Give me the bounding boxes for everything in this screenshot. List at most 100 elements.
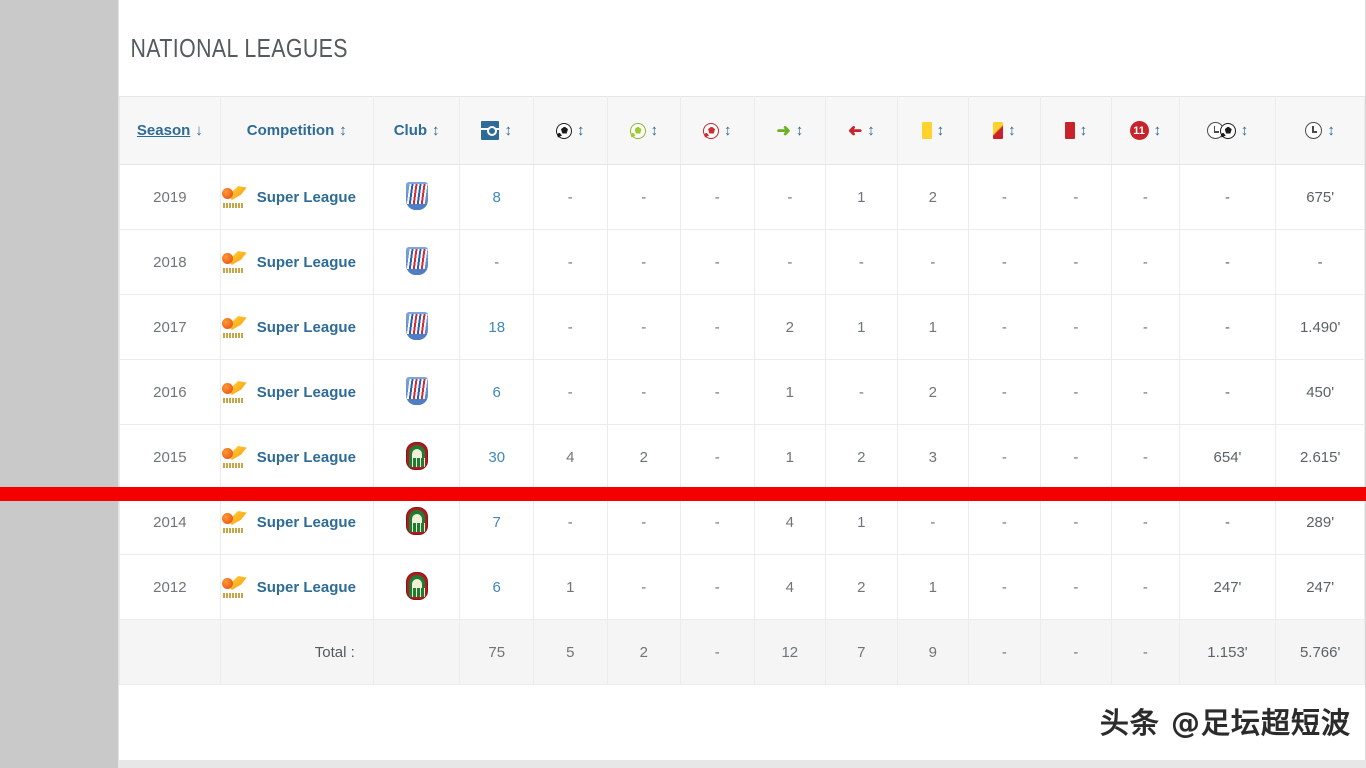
- column-header-minutes-per-goal[interactable]: ↕: [1178, 96, 1277, 165]
- competition-logo-icon: [220, 316, 247, 338]
- column-header-appearances[interactable]: ↕: [459, 96, 534, 165]
- competition-link[interactable]: Super League: [257, 189, 356, 206]
- column-header-club[interactable]: Club ↕: [372, 96, 461, 165]
- column-header-starting-eleven[interactable]: 11 ↕: [1111, 96, 1180, 165]
- cell-yellow-red-cards: -: [968, 229, 1041, 295]
- club-crest-icon[interactable]: [405, 181, 428, 210]
- cell-appearances[interactable]: 18: [459, 294, 534, 360]
- column-header-red-cards[interactable]: ↕: [1039, 96, 1113, 165]
- cell-goals: -: [532, 294, 608, 360]
- cell-own-goals: -: [680, 424, 755, 490]
- cell-club[interactable]: [372, 554, 461, 620]
- sort-updown-icon[interactable]: ↕: [1080, 123, 1088, 138]
- cell-club[interactable]: [372, 424, 461, 490]
- cell-club[interactable]: [372, 164, 461, 230]
- cell-season: 2015: [119, 424, 221, 490]
- table-header-row: Season ↓ Competition ↕ Club ↕ ↕ ↕ ↕ ↕ ➜ …: [119, 96, 1365, 165]
- club-crest-icon[interactable]: [405, 311, 428, 340]
- club-crest-icon[interactable]: [405, 246, 428, 275]
- column-header-club-label: Club: [393, 122, 428, 139]
- cell-competition[interactable]: Super League: [219, 424, 374, 490]
- column-header-assists[interactable]: ↕: [606, 96, 682, 165]
- column-header-yellow-red-cards[interactable]: ↕: [968, 96, 1041, 165]
- cell-appearances[interactable]: 8: [459, 164, 534, 230]
- table-row: 2015 Super League 30 4 2 - 1 2 3 - - - 6…: [119, 424, 1365, 490]
- sort-updown-icon[interactable]: ↕: [504, 123, 512, 138]
- sort-down-icon[interactable]: ↓: [195, 123, 203, 138]
- sort-updown-icon[interactable]: ↕: [432, 123, 440, 138]
- competition-logo-icon: [220, 576, 247, 598]
- cell-red-cards: -: [1039, 554, 1113, 620]
- cell-substituted-in: 2: [753, 294, 827, 360]
- cell-minutes-played: -: [1275, 229, 1365, 295]
- totals-label: Total :: [219, 619, 374, 685]
- totals-row: Total : 75 5 2 - 12 7 9 - - - 1.153' 5.7…: [119, 619, 1365, 685]
- cell-competition[interactable]: Super League: [219, 554, 374, 620]
- competition-link[interactable]: Super League: [257, 319, 356, 336]
- clock-icon: [1305, 122, 1323, 139]
- sort-updown-icon[interactable]: ↕: [724, 123, 732, 138]
- cell-own-goals: -: [680, 359, 755, 425]
- cell-starting-eleven: -: [1111, 294, 1180, 360]
- sort-updown-icon[interactable]: ↕: [796, 123, 804, 138]
- sort-updown-icon[interactable]: ↕: [339, 123, 347, 138]
- bottom-strip: [118, 760, 1366, 768]
- sort-updown-icon[interactable]: ↕: [577, 123, 585, 138]
- competition-logo-icon: [220, 381, 247, 403]
- cell-red-cards: -: [1039, 424, 1113, 490]
- column-header-competition[interactable]: Competition ↕: [219, 96, 374, 165]
- club-crest-icon[interactable]: [405, 506, 428, 535]
- cell-club[interactable]: [372, 229, 461, 295]
- club-crest-icon[interactable]: [405, 441, 428, 470]
- totals-appearances: 75: [459, 619, 534, 685]
- totals-own-goals: -: [680, 619, 755, 685]
- column-header-own-goals[interactable]: ↕: [680, 96, 755, 165]
- cell-competition[interactable]: Super League: [219, 359, 374, 425]
- competition-link[interactable]: Super League: [257, 579, 356, 596]
- cell-starting-eleven: -: [1111, 554, 1180, 620]
- cell-appearances[interactable]: 30: [459, 424, 534, 490]
- sort-updown-icon[interactable]: ↕: [937, 123, 945, 138]
- competition-link[interactable]: Super League: [257, 254, 356, 271]
- competition-link[interactable]: Super League: [257, 449, 356, 466]
- cell-competition[interactable]: Super League: [219, 164, 374, 230]
- sort-updown-icon[interactable]: ↕: [1327, 123, 1335, 138]
- sort-updown-icon[interactable]: ↕: [1154, 123, 1162, 138]
- yellow-card-icon: [921, 122, 932, 139]
- cell-red-cards: -: [1039, 359, 1113, 425]
- cell-competition[interactable]: Super League: [219, 229, 374, 295]
- cell-starting-eleven: -: [1111, 424, 1180, 490]
- column-header-substituted-in[interactable]: ➜ ↕: [753, 96, 827, 165]
- cell-season: 2018: [119, 229, 221, 295]
- sort-updown-icon[interactable]: ↕: [1241, 123, 1249, 138]
- sort-updown-icon[interactable]: ↕: [651, 123, 659, 138]
- column-header-season[interactable]: Season ↓: [119, 96, 221, 165]
- column-header-season-label: Season: [136, 122, 191, 139]
- column-header-substituted-out[interactable]: ➜ ↕: [825, 96, 898, 165]
- ball-green-icon: [629, 122, 646, 139]
- cell-minutes-per-goal: 247': [1178, 554, 1277, 620]
- club-crest-icon[interactable]: [405, 571, 428, 600]
- club-crest-icon[interactable]: [405, 376, 428, 405]
- cell-season: 2016: [119, 359, 221, 425]
- sort-updown-icon[interactable]: ↕: [1008, 123, 1016, 138]
- cell-appearances[interactable]: 6: [459, 359, 534, 425]
- cell-substituted-out: 1: [825, 294, 898, 360]
- table-row: 2018 Super League - - - - - - - - - - - …: [119, 229, 1365, 295]
- ball-dark-icon: [1219, 122, 1236, 139]
- column-header-goals[interactable]: ↕: [532, 96, 608, 165]
- competition-link[interactable]: Super League: [257, 514, 356, 531]
- table-row: 2019 Super League 8 - - - - 1 2 - - - - …: [119, 164, 1365, 230]
- page-root: NATIONAL LEAGUES Season ↓ Competition ↕ …: [0, 0, 1366, 768]
- sort-updown-icon[interactable]: ↕: [867, 123, 875, 138]
- cell-substituted-in: 1: [753, 359, 827, 425]
- cell-substituted-out: -: [825, 359, 898, 425]
- cell-club[interactable]: [372, 359, 461, 425]
- cell-appearances[interactable]: 6: [459, 554, 534, 620]
- column-header-yellow-cards[interactable]: ↕: [896, 96, 970, 165]
- cell-club[interactable]: [372, 294, 461, 360]
- column-header-minutes-played[interactable]: ↕: [1275, 96, 1365, 165]
- competition-link[interactable]: Super League: [257, 384, 356, 401]
- cell-competition[interactable]: Super League: [219, 294, 374, 360]
- totals-minutes-played: 5.766': [1275, 619, 1365, 685]
